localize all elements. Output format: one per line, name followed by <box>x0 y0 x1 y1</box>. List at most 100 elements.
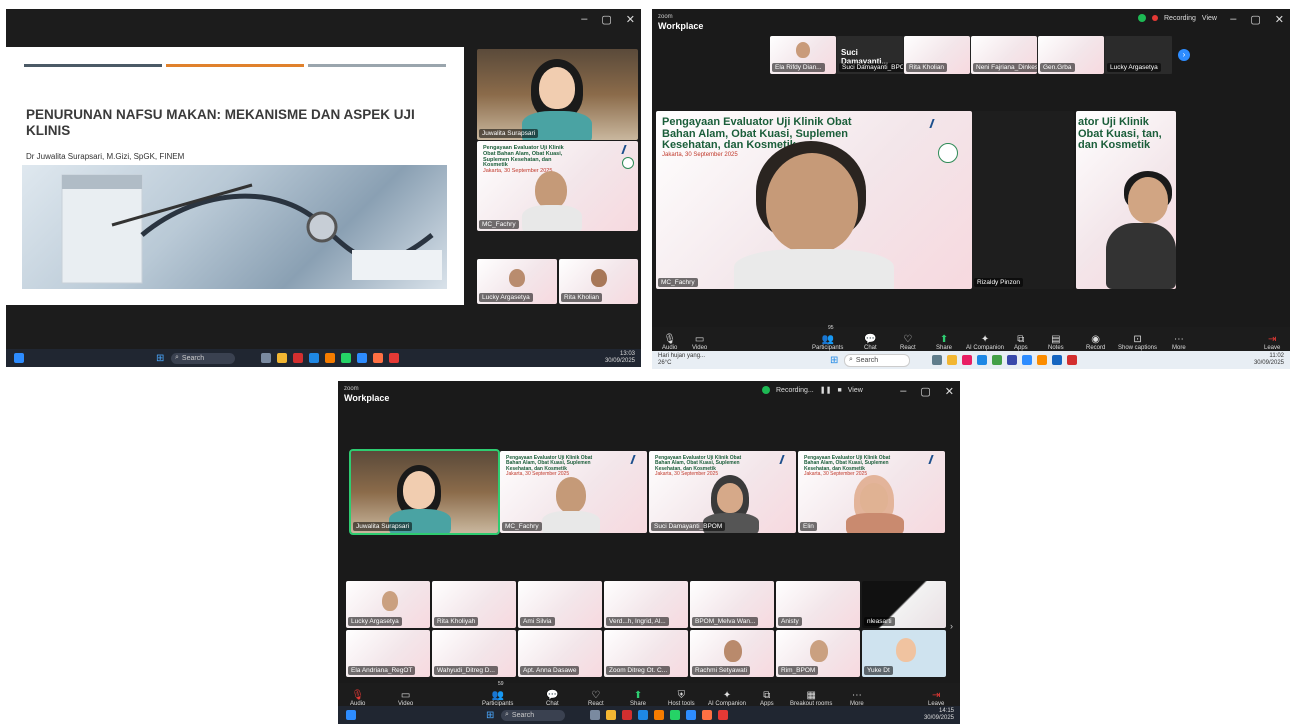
taskbar-search[interactable]: ⌕ Search <box>501 709 565 721</box>
grid-tile[interactable]: Lucky Argasetya <box>346 581 430 628</box>
edge-icon[interactable] <box>309 353 319 363</box>
apps-button[interactable]: ⧉ Apps <box>1014 334 1028 351</box>
app-icon[interactable] <box>718 710 728 720</box>
grid-tile[interactable]: Ami Silvia <box>518 581 602 628</box>
apps-button[interactable]: ⧉ Apps <box>760 690 774 707</box>
video-tile-speaker[interactable]: Juwalita Surapsari <box>477 49 638 140</box>
strip-tile-3[interactable]: Rita Kholian <box>904 36 970 74</box>
grid-tile[interactable]: Ela Andriana_RegOT <box>346 630 430 677</box>
grid-tile[interactable]: Apt. Anna Dasawe <box>518 630 602 677</box>
pdf-icon[interactable] <box>1067 355 1077 365</box>
chrome-icon[interactable] <box>992 355 1002 365</box>
video-tile-right[interactable]: ator Uji Klinik Obat Kuasi, tan, dan Kos… <box>1076 111 1176 289</box>
video-button[interactable]: ▭ Video <box>398 690 413 707</box>
grid-tile[interactable]: Anisty <box>776 581 860 628</box>
gallery-tile-speaker[interactable]: Juwalita Surapsari <box>349 449 500 535</box>
video-button[interactable]: ▭ Video <box>692 334 707 351</box>
chat-button[interactable]: 💬 Chat <box>864 334 877 351</box>
grid-tile[interactable]: Rachmi Setyawati <box>690 630 774 677</box>
edge-icon[interactable] <box>638 710 648 720</box>
close-icon[interactable]: ✕ <box>1275 13 1284 26</box>
windows-start-icon[interactable]: ⊞ <box>830 355 838 366</box>
strip-tile-5[interactable]: Gen.Grba <box>1038 36 1104 74</box>
share-button[interactable]: ⬆ Share <box>630 690 646 707</box>
gallery-tile-mc[interactable]: Pengayaan Evaluator Uji Klinik Obat Baha… <box>500 451 647 533</box>
strip-tile-1[interactable]: Ela Rifdy Dian... <box>770 36 836 74</box>
stop-icon[interactable]: ■ <box>837 387 841 394</box>
taskbar-search[interactable]: ⌕ Search <box>844 353 910 367</box>
zoom-icon[interactable] <box>686 710 696 720</box>
grid-next-arrow-icon[interactable]: › <box>950 621 953 631</box>
folder-icon[interactable] <box>277 353 287 363</box>
strip-next-arrow-icon[interactable]: › <box>1178 49 1190 61</box>
zoom-icon[interactable] <box>357 353 367 363</box>
maximize-icon[interactable]: ▢ <box>1250 13 1260 26</box>
folder-icon[interactable] <box>606 710 616 720</box>
host-tools-button[interactable]: ⛨ Host tools <box>668 690 695 707</box>
app-icon[interactable] <box>325 353 335 363</box>
recording-status[interactable]: Recording... ❚❚ ■ View <box>762 386 863 394</box>
whatsapp-icon[interactable] <box>670 710 680 720</box>
grid-tile[interactable]: nleasarti <box>862 581 946 628</box>
word-icon[interactable] <box>1052 355 1062 365</box>
breakout-rooms-button[interactable]: ▦ Breakout rooms <box>790 690 832 707</box>
firefox-icon[interactable] <box>373 353 383 363</box>
maximize-icon[interactable]: ▢ <box>920 385 930 398</box>
participants-button[interactable]: 👥 Participants <box>812 334 843 351</box>
grid-tile[interactable]: BPOM_Melva Wan... <box>690 581 774 628</box>
minimize-icon[interactable]: – <box>900 385 906 398</box>
chat-button[interactable]: 💬 Chat <box>546 690 559 707</box>
ai-companion-button[interactable]: ✦ AI Companion <box>966 334 1004 351</box>
app-icon[interactable] <box>590 710 600 720</box>
taskbar-clock[interactable]: 13:03 30/09/2025 <box>605 351 635 365</box>
react-button[interactable]: ♡ React <box>588 690 604 707</box>
video-tile-small-1[interactable]: Lucky Argasetya <box>477 259 557 304</box>
widgets-icon[interactable] <box>14 353 24 363</box>
widgets-icon[interactable] <box>346 710 356 720</box>
edge-icon[interactable] <box>977 355 987 365</box>
participants-button[interactable]: 👥 Participants <box>482 690 513 707</box>
grid-tile[interactable]: Zoom Ditreg Ot. C... <box>604 630 688 677</box>
main-video-mc[interactable]: Pengayaan Evaluator Uji Klinik Obat Baha… <box>656 111 972 289</box>
minimize-icon[interactable]: – <box>1230 13 1236 26</box>
grid-tile[interactable]: Yuke Dt <box>862 630 946 677</box>
taskbar-search[interactable]: ⌕ Search <box>171 352 235 364</box>
taskbar-clock[interactable]: 11:02 30/09/2025 <box>1254 353 1284 367</box>
strip-tile-4[interactable]: Neni Fajriana_Dinkes <box>971 36 1037 74</box>
audio-button[interactable]: 🎙 Audio <box>350 690 365 707</box>
share-button[interactable]: ⬆ Share <box>936 334 952 351</box>
view-button[interactable]: View <box>1202 15 1217 22</box>
record-button[interactable]: ◉ Record <box>1086 334 1105 351</box>
gallery-tile-elin[interactable]: Pengayaan Evaluator Uji Klinik Obat Baha… <box>798 451 945 533</box>
app-icon[interactable] <box>962 355 972 365</box>
app-icon[interactable] <box>261 353 271 363</box>
react-button[interactable]: ♡ React <box>900 334 916 351</box>
strip-tile-6[interactable]: Lucky Argasetya <box>1105 36 1172 74</box>
close-icon[interactable]: ✕ <box>626 13 635 26</box>
grid-tile[interactable]: Verd...h, Ingrid, Al... <box>604 581 688 628</box>
app-icon[interactable] <box>1007 355 1017 365</box>
view-button[interactable]: View <box>848 387 863 394</box>
windows-start-icon[interactable]: ⊞ <box>156 353 164 364</box>
leave-button[interactable]: ⇥ Leave <box>1264 334 1280 351</box>
maximize-icon[interactable]: ▢ <box>601 13 611 26</box>
video-tile-small-2[interactable]: Rita Kholian <box>559 259 638 304</box>
app-icon[interactable] <box>389 353 399 363</box>
leave-button[interactable]: ⇥ Leave <box>928 690 944 707</box>
video-tile-mc[interactable]: Pengayaan Evaluator Uji Klinik Obat Baha… <box>477 141 638 231</box>
more-button[interactable]: ⋯ More <box>850 690 864 707</box>
grid-tile[interactable]: Rita Kholiyah <box>432 581 516 628</box>
audio-button[interactable]: 🎙 Audio <box>662 334 677 351</box>
pause-icon[interactable]: ❚❚ <box>820 386 832 394</box>
app-icon[interactable] <box>654 710 664 720</box>
gallery-tile-suci[interactable]: Pengayaan Evaluator Uji Klinik Obat Baha… <box>649 451 796 533</box>
weather-widget[interactable]: Hari hujan yang... 26°C <box>658 353 705 367</box>
whatsapp-icon[interactable] <box>341 353 351 363</box>
grid-tile[interactable]: Wahyudi_Ditreg D... <box>432 630 516 677</box>
strip-tile-speaker[interactable]: Suci Damayanti... Suci Damayanti_BPOM <box>837 36 903 74</box>
more-button[interactable]: ⋯ More <box>1172 334 1186 351</box>
ai-companion-button[interactable]: ✦ AI Companion <box>708 690 746 707</box>
app-icon[interactable] <box>932 355 942 365</box>
firefox-icon[interactable] <box>702 710 712 720</box>
grid-tile[interactable]: Rim_BPOM <box>776 630 860 677</box>
